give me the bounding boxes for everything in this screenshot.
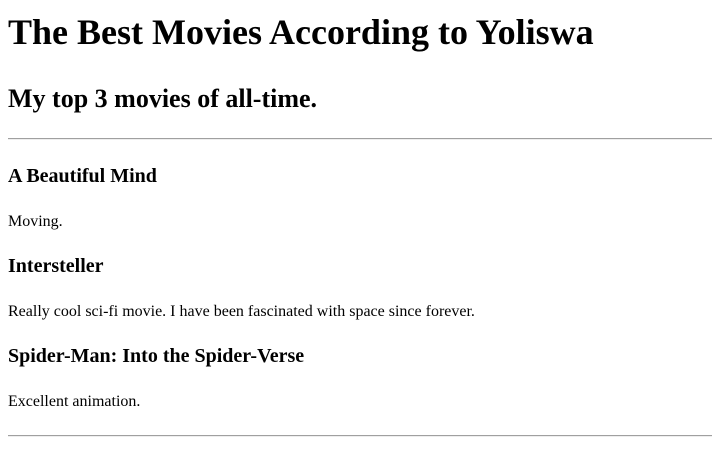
movie-title: Intersteller <box>8 255 104 277</box>
movie-description: Really cool sci-fi movie. I have been fa… <box>8 303 475 320</box>
page: The Best Movies According to Yoliswa My … <box>0 0 720 465</box>
movie-title: Spider-Man: Into the Spider-Verse <box>8 345 305 367</box>
movie-title: A Beautiful Mind <box>8 165 157 187</box>
movie-description: Moving. <box>8 213 63 230</box>
movie-description: Excellent animation. <box>8 393 141 410</box>
page-subtitle: My top 3 movies of all-time. <box>8 84 318 113</box>
bottom-divider <box>8 435 712 437</box>
movie-list: A Beautiful Mind Moving. Intersteller Re… <box>8 164 712 412</box>
page-title: The Best Movies According to Yoliswa <box>8 12 594 52</box>
top-divider <box>8 138 712 140</box>
